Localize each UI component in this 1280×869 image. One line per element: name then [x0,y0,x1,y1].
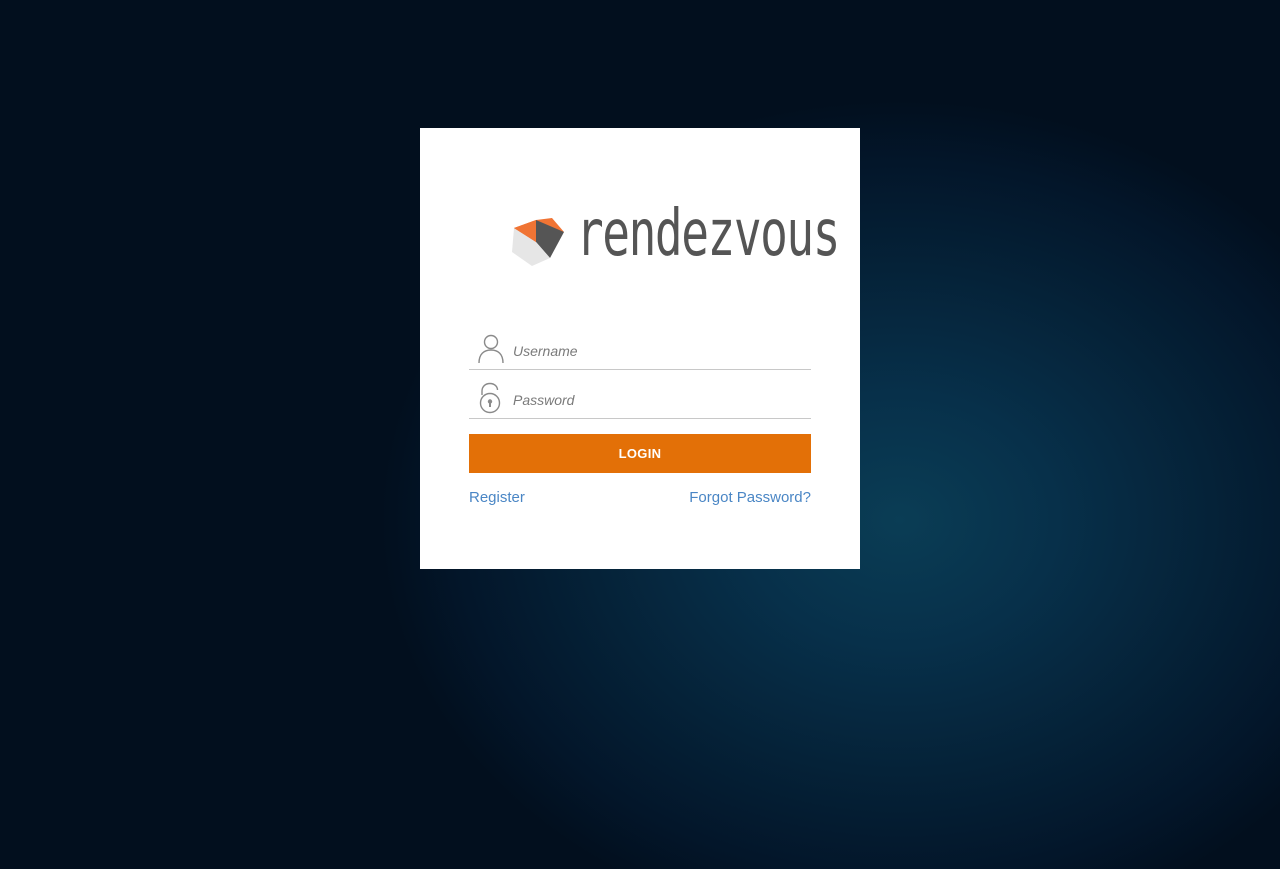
login-button[interactable]: LOGIN [469,434,811,473]
username-input[interactable] [513,339,803,363]
username-field [469,333,811,370]
app-logo: rendezvous [510,198,840,272]
password-field [469,382,811,419]
logo-wordmark: rendezvous [576,197,840,271]
forgot-password-link[interactable]: Forgot Password? [689,488,811,508]
user-icon [478,334,504,364]
unlock-icon [479,382,501,414]
register-link[interactable]: Register [469,488,525,508]
password-input[interactable] [513,388,803,412]
cube-icon [512,218,564,266]
login-card: rendezvous LOGIN Register Forgot Passwor… [420,128,860,569]
